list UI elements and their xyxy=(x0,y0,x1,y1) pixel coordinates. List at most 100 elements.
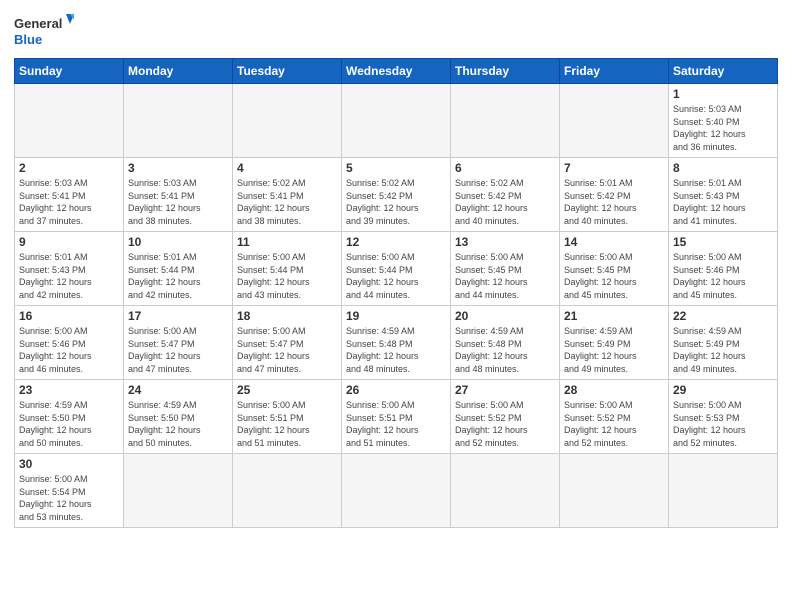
calendar-cell xyxy=(124,454,233,528)
calendar-cell xyxy=(233,454,342,528)
calendar-cell xyxy=(124,84,233,158)
day-info: Sunrise: 5:02 AM Sunset: 5:42 PM Dayligh… xyxy=(455,177,555,227)
calendar-cell: 2 Sunrise: 5:03 AM Sunset: 5:41 PM Daylig… xyxy=(15,158,124,232)
calendar-cell: 7 Sunrise: 5:01 AM Sunset: 5:42 PM Daylig… xyxy=(560,158,669,232)
calendar-cell: 15 Sunrise: 5:00 AM Sunset: 5:46 PM Dayli… xyxy=(669,232,778,306)
day-info: Sunrise: 5:00 AM Sunset: 5:47 PM Dayligh… xyxy=(128,325,228,375)
day-info: Sunrise: 5:00 AM Sunset: 5:51 PM Dayligh… xyxy=(237,399,337,449)
calendar-cell: 20 Sunrise: 4:59 AM Sunset: 5:48 PM Dayli… xyxy=(451,306,560,380)
day-info: Sunrise: 5:00 AM Sunset: 5:46 PM Dayligh… xyxy=(19,325,119,375)
day-info: Sunrise: 5:01 AM Sunset: 5:42 PM Dayligh… xyxy=(564,177,664,227)
calendar-cell: 12 Sunrise: 5:00 AM Sunset: 5:44 PM Dayli… xyxy=(342,232,451,306)
weekday-header-tuesday: Tuesday xyxy=(233,59,342,84)
calendar-cell: 23 Sunrise: 4:59 AM Sunset: 5:50 PM Dayli… xyxy=(15,380,124,454)
day-number: 24 xyxy=(128,383,228,397)
day-number: 29 xyxy=(673,383,773,397)
day-info: Sunrise: 4:59 AM Sunset: 5:49 PM Dayligh… xyxy=(673,325,773,375)
day-number: 28 xyxy=(564,383,664,397)
day-info: Sunrise: 5:01 AM Sunset: 5:44 PM Dayligh… xyxy=(128,251,228,301)
day-number: 14 xyxy=(564,235,664,249)
weekday-header-wednesday: Wednesday xyxy=(342,59,451,84)
svg-text:General: General xyxy=(14,16,62,31)
calendar-cell: 22 Sunrise: 4:59 AM Sunset: 5:49 PM Dayli… xyxy=(669,306,778,380)
day-number: 23 xyxy=(19,383,119,397)
day-info: Sunrise: 5:03 AM Sunset: 5:40 PM Dayligh… xyxy=(673,103,773,153)
page: General Blue SundayMondayTuesdayWednesda… xyxy=(0,0,792,612)
day-info: Sunrise: 5:00 AM Sunset: 5:45 PM Dayligh… xyxy=(564,251,664,301)
weekday-header-friday: Friday xyxy=(560,59,669,84)
calendar-cell: 28Sunrise: 5:00 AM Sunset: 5:52 PM Dayli… xyxy=(560,380,669,454)
day-number: 3 xyxy=(128,161,228,175)
weekday-row: SundayMondayTuesdayWednesdayThursdayFrid… xyxy=(15,59,778,84)
calendar-cell: 19Sunrise: 4:59 AM Sunset: 5:48 PM Dayli… xyxy=(342,306,451,380)
calendar-cell xyxy=(560,84,669,158)
day-number: 4 xyxy=(237,161,337,175)
day-info: Sunrise: 4:59 AM Sunset: 5:48 PM Dayligh… xyxy=(455,325,555,375)
day-number: 8 xyxy=(673,161,773,175)
day-info: Sunrise: 5:00 AM Sunset: 5:47 PM Dayligh… xyxy=(237,325,337,375)
calendar-cell xyxy=(669,454,778,528)
day-number: 22 xyxy=(673,309,773,323)
calendar-cell: 14 Sunrise: 5:00 AM Sunset: 5:45 PM Dayli… xyxy=(560,232,669,306)
day-info: Sunrise: 5:00 AM Sunset: 5:46 PM Dayligh… xyxy=(673,251,773,301)
calendar-header: SundayMondayTuesdayWednesdayThursdayFrid… xyxy=(15,59,778,84)
day-info: Sunrise: 4:59 AM Sunset: 5:50 PM Dayligh… xyxy=(128,399,228,449)
day-info: Sunrise: 4:59 AM Sunset: 5:48 PM Dayligh… xyxy=(346,325,446,375)
day-number: 25 xyxy=(237,383,337,397)
calendar-cell: 30 Sunrise: 5:00 AM Sunset: 5:54 PM Dayli… xyxy=(15,454,124,528)
calendar-cell: 9Sunrise: 5:01 AM Sunset: 5:43 PM Daylig… xyxy=(15,232,124,306)
day-info: Sunrise: 5:03 AM Sunset: 5:41 PM Dayligh… xyxy=(128,177,228,227)
day-info: Sunrise: 5:00 AM Sunset: 5:51 PM Dayligh… xyxy=(346,399,446,449)
weekday-header-monday: Monday xyxy=(124,59,233,84)
calendar-cell xyxy=(451,84,560,158)
day-number: 5 xyxy=(346,161,446,175)
day-info: Sunrise: 4:59 AM Sunset: 5:49 PM Dayligh… xyxy=(564,325,664,375)
day-number: 21 xyxy=(564,309,664,323)
week-row-2: 9Sunrise: 5:01 AM Sunset: 5:43 PM Daylig… xyxy=(15,232,778,306)
week-row-3: 16Sunrise: 5:00 AM Sunset: 5:46 PM Dayli… xyxy=(15,306,778,380)
day-number: 27 xyxy=(455,383,555,397)
week-row-1: 2 Sunrise: 5:03 AM Sunset: 5:41 PM Daylig… xyxy=(15,158,778,232)
calendar-cell: 11Sunrise: 5:00 AM Sunset: 5:44 PM Dayli… xyxy=(233,232,342,306)
calendar-cell: 24 Sunrise: 4:59 AM Sunset: 5:50 PM Dayli… xyxy=(124,380,233,454)
calendar-cell: 27Sunrise: 5:00 AM Sunset: 5:52 PM Dayli… xyxy=(451,380,560,454)
calendar-cell: 26 Sunrise: 5:00 AM Sunset: 5:51 PM Dayli… xyxy=(342,380,451,454)
day-number: 13 xyxy=(455,235,555,249)
day-number: 7 xyxy=(564,161,664,175)
weekday-header-thursday: Thursday xyxy=(451,59,560,84)
calendar-cell: 4 Sunrise: 5:02 AM Sunset: 5:41 PM Daylig… xyxy=(233,158,342,232)
day-number: 12 xyxy=(346,235,446,249)
day-info: Sunrise: 4:59 AM Sunset: 5:50 PM Dayligh… xyxy=(19,399,119,449)
calendar-cell: 8Sunrise: 5:01 AM Sunset: 5:43 PM Daylig… xyxy=(669,158,778,232)
day-info: Sunrise: 5:00 AM Sunset: 5:54 PM Dayligh… xyxy=(19,473,119,523)
svg-text:Blue: Blue xyxy=(14,32,42,47)
day-number: 30 xyxy=(19,457,119,471)
calendar-cell xyxy=(451,454,560,528)
day-number: 15 xyxy=(673,235,773,249)
header: General Blue xyxy=(14,10,778,50)
calendar-cell: 21 Sunrise: 4:59 AM Sunset: 5:49 PM Dayli… xyxy=(560,306,669,380)
day-number: 6 xyxy=(455,161,555,175)
calendar-cell xyxy=(342,454,451,528)
day-info: Sunrise: 5:00 AM Sunset: 5:53 PM Dayligh… xyxy=(673,399,773,449)
calendar: SundayMondayTuesdayWednesdayThursdayFrid… xyxy=(14,58,778,528)
calendar-cell: 10 Sunrise: 5:01 AM Sunset: 5:44 PM Dayli… xyxy=(124,232,233,306)
day-info: Sunrise: 5:00 AM Sunset: 5:44 PM Dayligh… xyxy=(346,251,446,301)
day-number: 1 xyxy=(673,87,773,101)
day-info: Sunrise: 5:02 AM Sunset: 5:42 PM Dayligh… xyxy=(346,177,446,227)
calendar-cell xyxy=(15,84,124,158)
weekday-header-sunday: Sunday xyxy=(15,59,124,84)
day-number: 10 xyxy=(128,235,228,249)
calendar-cell: 29 Sunrise: 5:00 AM Sunset: 5:53 PM Dayli… xyxy=(669,380,778,454)
calendar-cell: 25 Sunrise: 5:00 AM Sunset: 5:51 PM Dayli… xyxy=(233,380,342,454)
day-number: 17 xyxy=(128,309,228,323)
calendar-cell xyxy=(342,84,451,158)
day-info: Sunrise: 5:02 AM Sunset: 5:41 PM Dayligh… xyxy=(237,177,337,227)
week-row-5: 30 Sunrise: 5:00 AM Sunset: 5:54 PM Dayli… xyxy=(15,454,778,528)
day-info: Sunrise: 5:03 AM Sunset: 5:41 PM Dayligh… xyxy=(19,177,119,227)
calendar-body: 1 Sunrise: 5:03 AM Sunset: 5:40 PM Daylig… xyxy=(15,84,778,528)
weekday-header-saturday: Saturday xyxy=(669,59,778,84)
day-number: 2 xyxy=(19,161,119,175)
day-number: 20 xyxy=(455,309,555,323)
day-number: 26 xyxy=(346,383,446,397)
